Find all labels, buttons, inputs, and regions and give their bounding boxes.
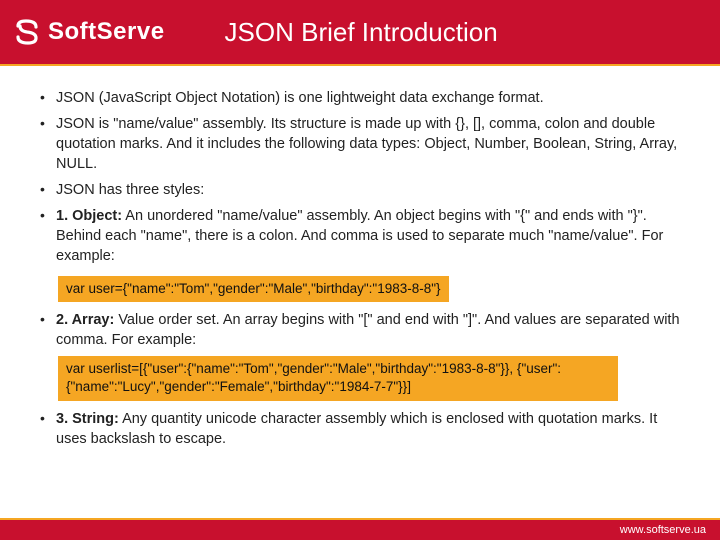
list-item: 2. Array: Value order set. An array begi… — [36, 310, 684, 350]
slide-body: JSON (JavaScript Object Notation) is one… — [0, 66, 720, 449]
list-item: JSON has three styles: — [36, 180, 684, 200]
list-item: 3. String: Any quantity unicode characte… — [36, 409, 684, 449]
bullet-text: Value order set. An array begins with "[… — [56, 312, 680, 348]
slide-title: JSON Brief Introduction — [225, 17, 498, 48]
bullet-text: JSON is "name/value" assembly. Its struc… — [56, 116, 677, 172]
bullet-text: Any quantity unicode character assembly … — [56, 411, 657, 447]
bullet-bold: 3. String: — [56, 411, 119, 427]
slide-footer: www.softserve.ua — [0, 520, 720, 540]
footer-url: www.softserve.ua — [620, 524, 706, 536]
bullet-text: An unordered "name/value" assembly. An o… — [56, 208, 663, 264]
bullet-text: JSON (JavaScript Object Notation) is one… — [56, 90, 544, 106]
brand-name: SoftServe — [48, 18, 165, 46]
code-example-array: var userlist=[{"user":{"name":"Tom","gen… — [58, 356, 618, 400]
softserve-logo-icon — [12, 17, 42, 47]
brand-logo: SoftServe — [12, 17, 165, 47]
list-item: 1. Object: An unordered "name/value" ass… — [36, 206, 684, 266]
list-item: JSON is "name/value" assembly. Its struc… — [36, 114, 684, 174]
bullet-bold: 2. Array: — [56, 312, 114, 328]
bullet-text: JSON has three styles: — [56, 182, 204, 198]
slide-header: SoftServe JSON Brief Introduction — [0, 0, 720, 64]
bullet-bold: 1. Object: — [56, 208, 122, 224]
list-item: JSON (JavaScript Object Notation) is one… — [36, 88, 684, 108]
bullet-list: 3. String: Any quantity unicode characte… — [36, 409, 684, 449]
code-example-object: var user={"name":"Tom","gender":"Male","… — [58, 276, 449, 302]
bullet-list: 2. Array: Value order set. An array begi… — [36, 310, 684, 350]
bullet-list: JSON (JavaScript Object Notation) is one… — [36, 88, 684, 266]
